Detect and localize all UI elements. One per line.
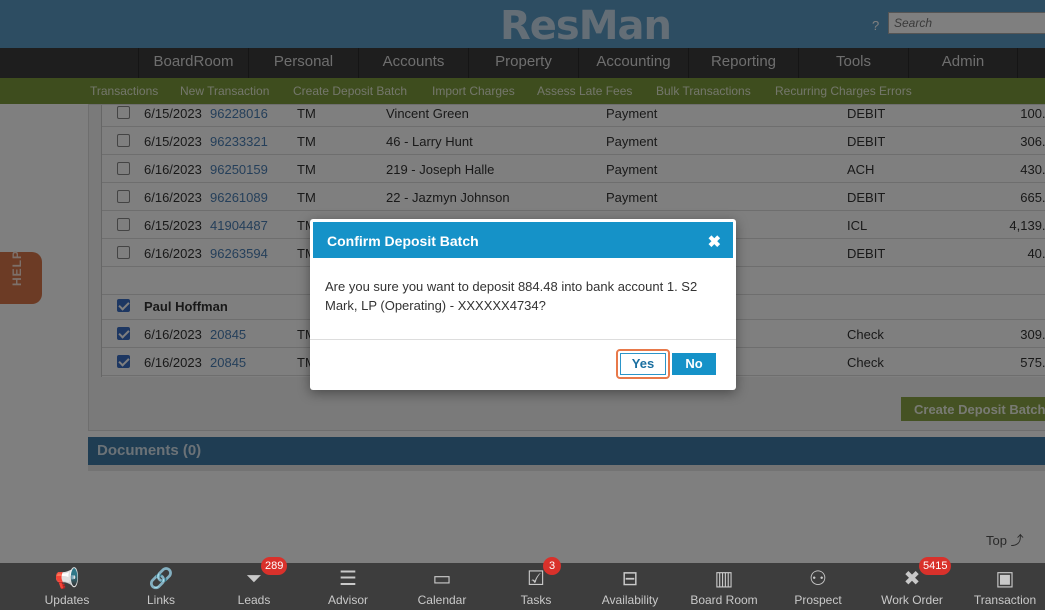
money-icon: ▣ xyxy=(995,568,1015,590)
bottom-nav-advisor[interactable]: ☰ Advisor xyxy=(301,563,395,610)
dialog-message: Are you sure you want to deposit 884.48 … xyxy=(325,279,698,313)
bottom-nav-prospect[interactable]: ⚇ Prospect xyxy=(771,563,865,610)
bottom-nav-tasks[interactable]: ☑ 3 Tasks xyxy=(489,557,583,610)
no-button[interactable]: No xyxy=(672,353,716,375)
bottom-nav-label: Availability xyxy=(601,593,659,607)
bottom-nav-label: Leads xyxy=(237,593,271,607)
dialog-divider xyxy=(310,339,736,340)
yes-button-label: Yes xyxy=(620,353,666,375)
bottom-nav-label: Updates xyxy=(44,593,90,607)
bottom-nav-links[interactable]: 🔗 Links xyxy=(114,563,208,610)
link-icon: 🔗 xyxy=(148,568,174,590)
bottom-nav-calendar[interactable]: ▭ Calendar xyxy=(395,563,489,610)
bottom-nav-label: Calendar xyxy=(417,593,467,607)
bottom-nav-label: Board Room xyxy=(690,593,758,607)
tasks-badge: 3 xyxy=(543,557,561,575)
bottom-nav-label: Work Order xyxy=(881,593,943,607)
dialog-header: Confirm Deposit Batch ✖ xyxy=(313,222,733,258)
bottom-nav: 📢 Updates 🔗 Links ⏷ 289 Leads ☰ Advisor … xyxy=(0,557,1045,610)
bottom-nav-leads[interactable]: ⏷ 289 Leads xyxy=(207,557,301,610)
person-icon: ⚇ xyxy=(809,568,827,590)
leads-badge: 289 xyxy=(261,557,288,575)
dialog-title: Confirm Deposit Batch xyxy=(327,233,479,249)
megaphone-icon: 📢 xyxy=(54,568,80,590)
bottom-nav-label: Transaction xyxy=(973,593,1037,607)
bottom-nav-label: Advisor xyxy=(327,593,368,607)
bottom-nav-updates[interactable]: 📢 Updates xyxy=(20,563,114,610)
bottom-nav-label: Prospect xyxy=(794,593,842,607)
bottom-nav-label: Links xyxy=(146,593,175,607)
calendar-icon: ▭ xyxy=(432,568,452,590)
yes-button[interactable]: Yes xyxy=(616,349,670,379)
confirm-deposit-dialog: Confirm Deposit Batch ✖ Are you sure you… xyxy=(310,219,736,390)
bottom-nav-work-order[interactable]: ✖ 5415 Work Order xyxy=(865,557,959,610)
bottom-nav-board-room[interactable]: ▥ Board Room xyxy=(677,563,771,610)
close-icon[interactable]: ✖ xyxy=(708,232,721,252)
list-icon: ☰ xyxy=(339,568,357,590)
bottom-nav-label: Tasks xyxy=(520,593,552,607)
bottom-nav-transaction[interactable]: ▣ Transaction xyxy=(958,563,1045,610)
bed-icon: ⊟ xyxy=(621,568,639,590)
bar-chart-icon: ▥ xyxy=(714,568,734,590)
bottom-nav-availability[interactable]: ⊟ Availability xyxy=(583,563,677,610)
work-order-badge: 5415 xyxy=(919,557,952,575)
